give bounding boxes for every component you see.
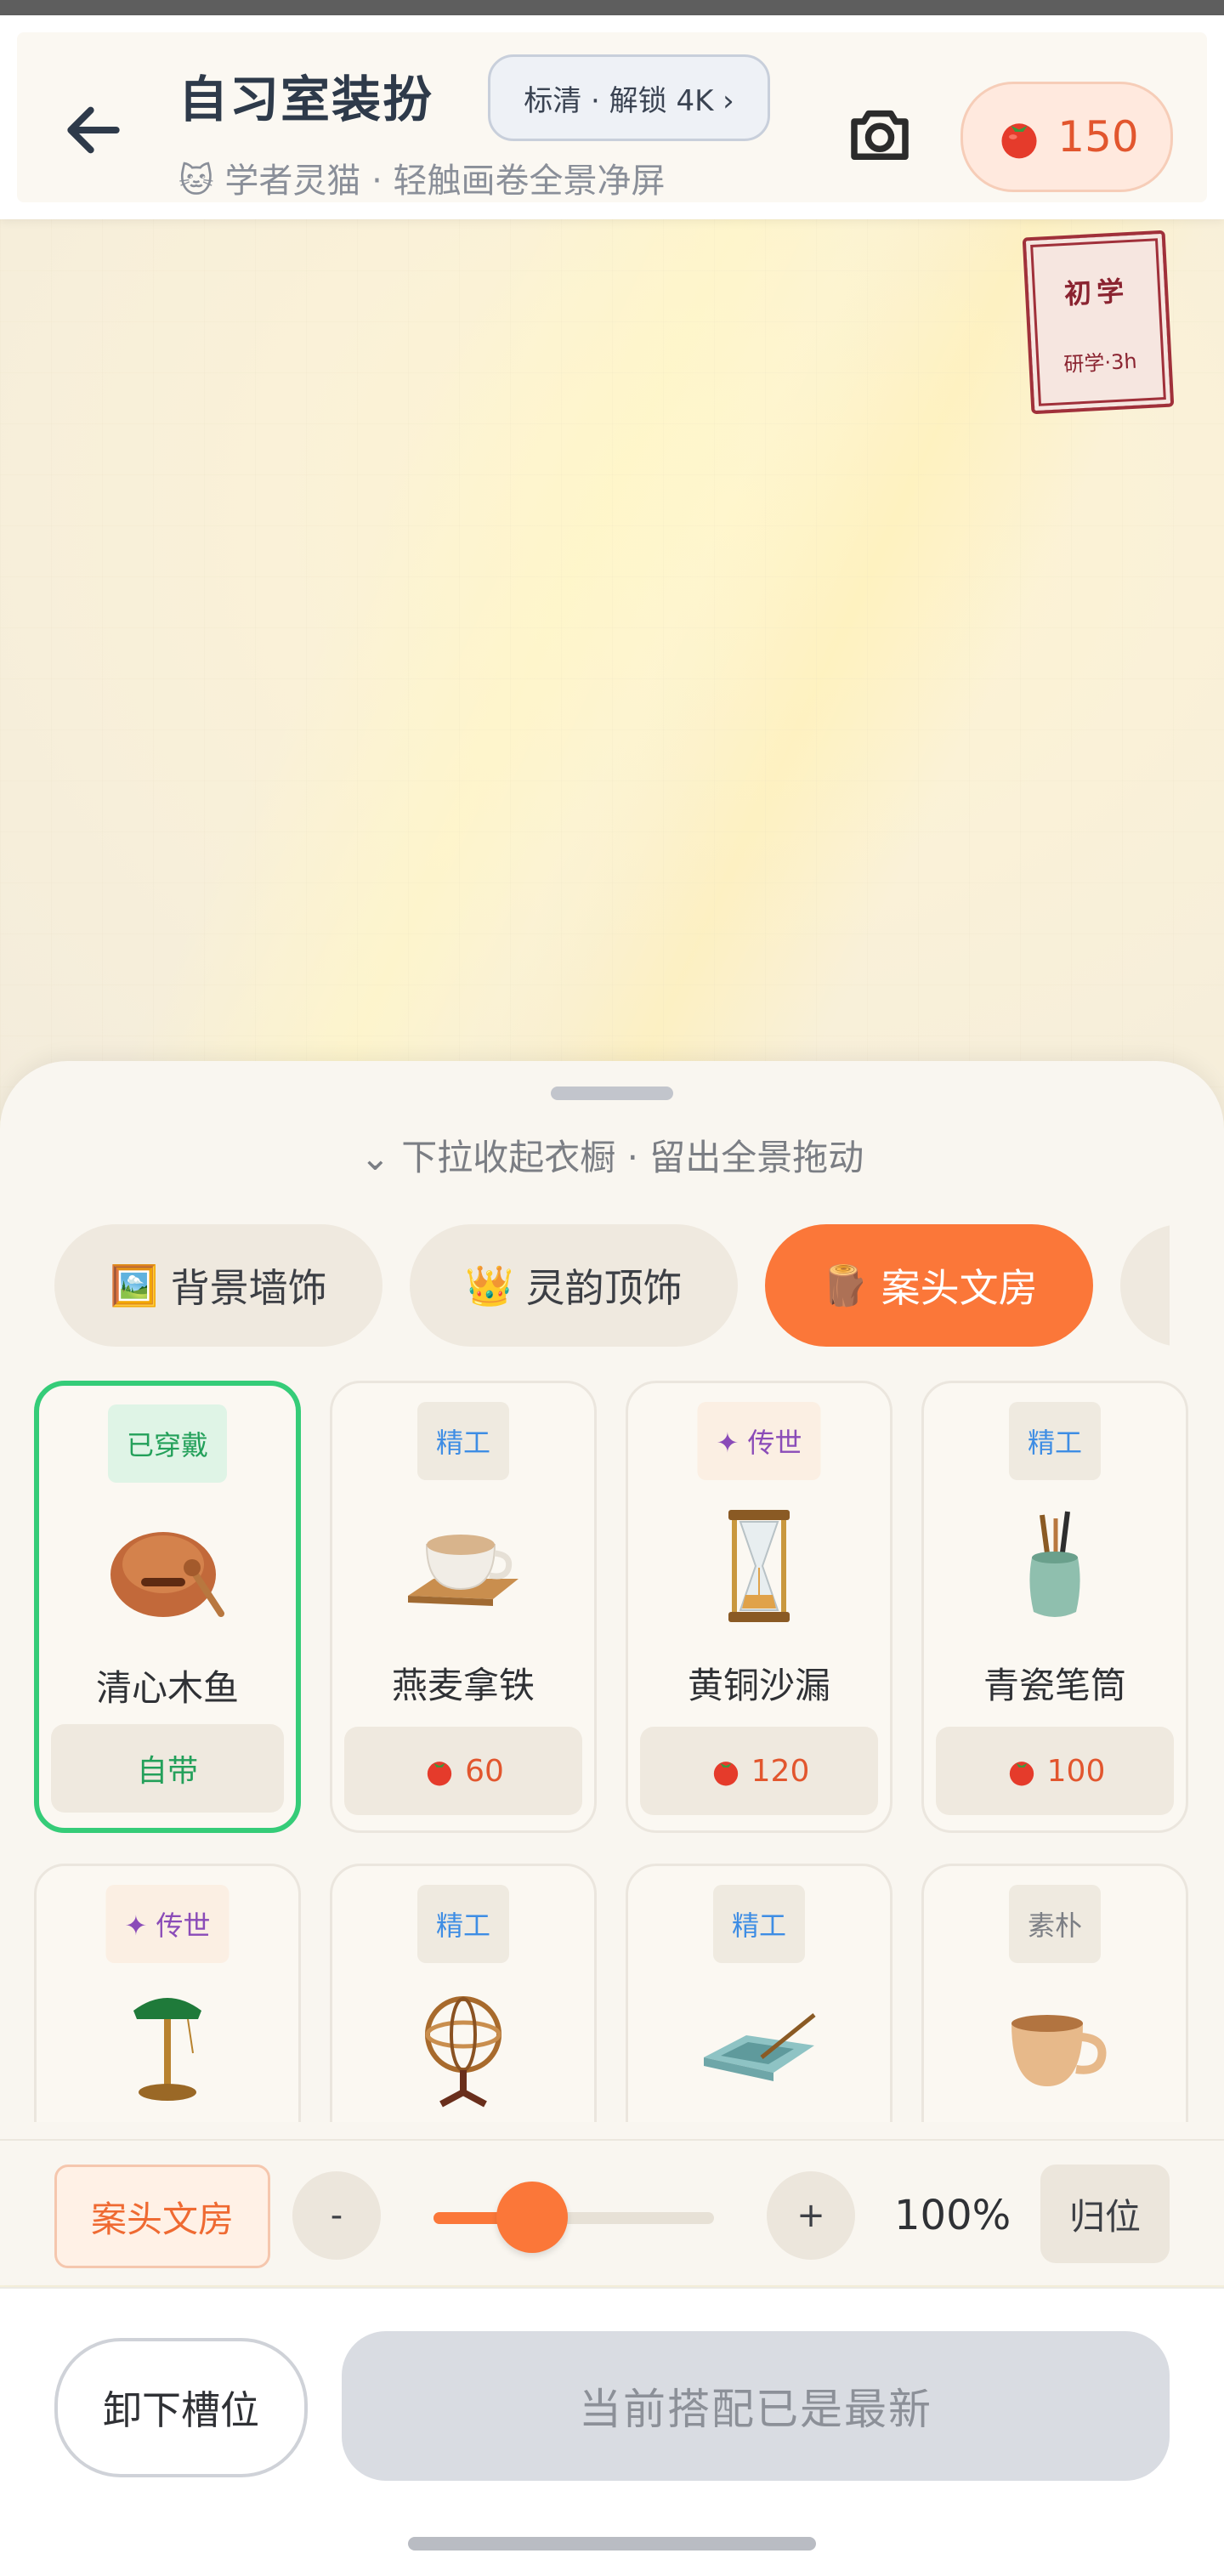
back-button[interactable]: [51, 88, 136, 173]
rarity-badge: ✦ 传世: [697, 1402, 821, 1480]
wood-icon: 🪵: [820, 1262, 870, 1308]
wooden-fish-icon: [39, 1505, 296, 1632]
item-price[interactable]: 自带: [51, 1724, 284, 1813]
item-card-brass-hourglass[interactable]: ✦ 传世 黄铜沙漏 120: [626, 1381, 892, 1833]
sheet-drag-handle[interactable]: [551, 1087, 673, 1100]
tab-more[interactable]: [1120, 1224, 1170, 1347]
screenshot-button[interactable]: [842, 96, 918, 173]
page-subtitle: 🐱 学者灵猫 · 轻触画卷全景净屏: [178, 162, 666, 201]
item-card-mug[interactable]: 素朴: [921, 1864, 1188, 2122]
zoom-slider[interactable]: [434, 2182, 714, 2253]
quality-unlock-button[interactable]: 标清 · 解锁 4K ›: [488, 54, 770, 141]
arrow-left-icon: [67, 106, 120, 154]
tomato-icon: [713, 1762, 738, 1786]
tab-top-decor[interactable]: 👑 灵韵顶饰: [410, 1224, 738, 1347]
item-name: 清心木鱼: [95, 1667, 239, 1709]
price-label: 自带: [136, 1754, 198, 1789]
tab-label: 案头文房: [881, 1265, 1038, 1311]
tomato-icon: [1001, 123, 1037, 159]
item-card-desk-lamp[interactable]: ✦ 传世: [34, 1864, 301, 2122]
category-tabs: 🖼️ 背景墙饰 👑 灵韵顶饰 🪵 案头文房: [54, 1224, 1170, 1347]
rank-stamp: 初学 研学·3h: [1022, 230, 1175, 415]
camera-icon: [851, 110, 909, 160]
tomato-icon: [427, 1762, 452, 1786]
price-label: 100: [1046, 1753, 1106, 1789]
picture-icon: 🖼️: [110, 1262, 159, 1308]
rank-stamp-subtitle: 研学·3h: [1062, 349, 1138, 377]
tomato-count: 150: [1057, 112, 1139, 162]
tomato-icon: [1009, 1762, 1034, 1786]
item-grid: 已穿戴 清心木鱼 自带 精工 燕麦拿铁 60 ✦ 传世 黄铜沙漏 120 精工 …: [34, 1381, 1190, 2122]
current-slot-label[interactable]: 案头文房: [54, 2165, 270, 2268]
item-name: 黄铜沙漏: [687, 1665, 830, 1706]
item-name: 燕麦拿铁: [391, 1665, 535, 1706]
hourglass-icon: [628, 1502, 890, 1630]
item-card-wooden-fish[interactable]: 已穿戴 清心木鱼 自带: [34, 1381, 301, 1833]
apply-outfit-button[interactable]: 当前搭配已是最新: [342, 2331, 1170, 2481]
rarity-badge: ✦ 传世: [105, 1885, 230, 1963]
status-badge: 已穿戴: [107, 1404, 228, 1483]
inkstone-icon: [628, 1985, 890, 2113]
item-card-oat-latte[interactable]: 精工 燕麦拿铁 60: [330, 1381, 597, 1833]
brush-holder-icon: [924, 1502, 1186, 1630]
item-name: 青瓷笔筒: [983, 1665, 1126, 1706]
tab-background-wall[interactable]: 🖼️ 背景墙饰: [54, 1224, 382, 1347]
armillary-icon: [332, 1985, 594, 2113]
buy-button[interactable]: 120: [640, 1727, 878, 1815]
buy-button[interactable]: 60: [344, 1727, 582, 1815]
price-label: 60: [465, 1753, 504, 1789]
item-card-celadon-brush-holder[interactable]: 精工 青瓷笔筒 100: [921, 1381, 1188, 1833]
tab-label: 灵韵顶饰: [525, 1265, 683, 1311]
home-indicator[interactable]: [408, 2537, 816, 2550]
tab-desk-stationery[interactable]: 🪵 案头文房: [765, 1224, 1093, 1347]
reset-position-button[interactable]: 归位: [1040, 2165, 1170, 2263]
page-title: 自习室装扮: [178, 71, 434, 128]
price-label: 120: [751, 1753, 810, 1789]
rarity-badge: 精工: [416, 1885, 510, 1963]
tab-label: 背景墙饰: [170, 1265, 327, 1311]
wardrobe-sheet: ⌄ 下拉收起衣橱 · 留出全景拖动 🖼️ 背景墙饰 👑 灵韵顶饰 🪵 案头文房 …: [0, 1061, 1224, 2285]
item-card-inkstone[interactable]: 精工: [626, 1864, 892, 2122]
zoom-percentage: 100%: [894, 2192, 1012, 2239]
rarity-badge: 精工: [1008, 1402, 1102, 1480]
zoom-out-button[interactable]: -: [292, 2171, 381, 2260]
sheet-hint[interactable]: ⌄ 下拉收起衣橱 · 留出全景拖动: [0, 1129, 1224, 1181]
tomato-balance[interactable]: 150: [960, 82, 1173, 192]
crown-icon: 👑: [465, 1262, 514, 1308]
status-bar: [0, 0, 1224, 15]
zoom-controls: 案头文房 - + 100% 归位: [0, 2139, 1224, 2268]
zoom-slider-thumb[interactable]: [496, 2182, 568, 2253]
top-bar: 自习室装扮 标清 · 解锁 4K › 🐱 学者灵猫 · 轻触画卷全景净屏 150: [0, 15, 1224, 219]
desk-lamp-icon: [37, 1985, 298, 2113]
item-card-armillary[interactable]: 精工: [330, 1864, 597, 2122]
rarity-badge: 精工: [712, 1885, 806, 1963]
latte-icon: [332, 1502, 594, 1630]
zoom-in-button[interactable]: +: [767, 2171, 855, 2260]
unequip-slot-button[interactable]: 卸下槽位: [54, 2338, 308, 2477]
mug-icon: [924, 1985, 1186, 2113]
bottom-action-bar: 卸下槽位 当前搭配已是最新: [0, 2287, 1224, 2576]
rank-stamp-title: 初学: [1063, 275, 1130, 311]
rarity-badge: 精工: [416, 1402, 510, 1480]
buy-button[interactable]: 100: [936, 1727, 1174, 1815]
rarity-badge: 素朴: [1008, 1885, 1102, 1963]
